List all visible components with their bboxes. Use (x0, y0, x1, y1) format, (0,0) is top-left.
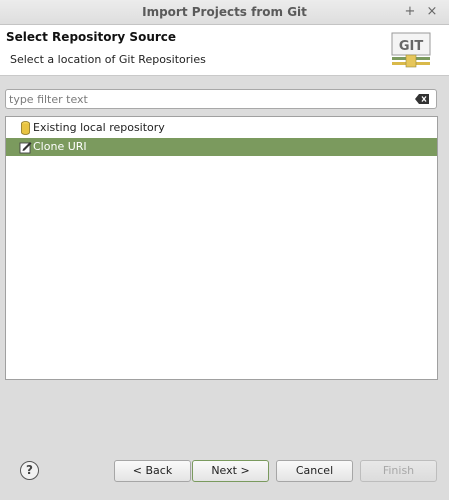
list-item-label: Clone URI (33, 140, 87, 153)
cancel-button[interactable]: Cancel (276, 460, 353, 482)
help-button[interactable]: ? (20, 461, 39, 480)
git-logo-icon: GIT (391, 32, 431, 68)
finish-button[interactable]: Finish (360, 460, 437, 482)
repository-icon (21, 121, 30, 135)
close-button[interactable]: × (423, 3, 441, 21)
window-title: Import Projects from Git (142, 5, 307, 19)
list-item-clone-uri[interactable]: Clone URI (6, 138, 437, 156)
title-bar: Import Projects from Git + × (0, 0, 449, 25)
page-description: Select a location of Git Repositories (10, 53, 206, 66)
clear-filter-icon[interactable] (415, 94, 429, 104)
wizard-header: Select Repository Source Select a locati… (0, 25, 449, 76)
clone-uri-icon (19, 142, 32, 154)
filter-input[interactable] (9, 91, 404, 107)
back-button[interactable]: < Back (114, 460, 191, 482)
list-item-label: Existing local repository (33, 121, 165, 134)
repository-source-list[interactable]: Existing local repository Clone URI (5, 116, 438, 380)
git-logo-text: GIT (399, 39, 424, 54)
next-button[interactable]: Next > (192, 460, 269, 482)
filter-field[interactable] (5, 89, 437, 109)
maximize-button[interactable]: + (401, 3, 419, 21)
list-item-existing-local-repository[interactable]: Existing local repository (6, 119, 437, 137)
page-title: Select Repository Source (6, 30, 177, 44)
